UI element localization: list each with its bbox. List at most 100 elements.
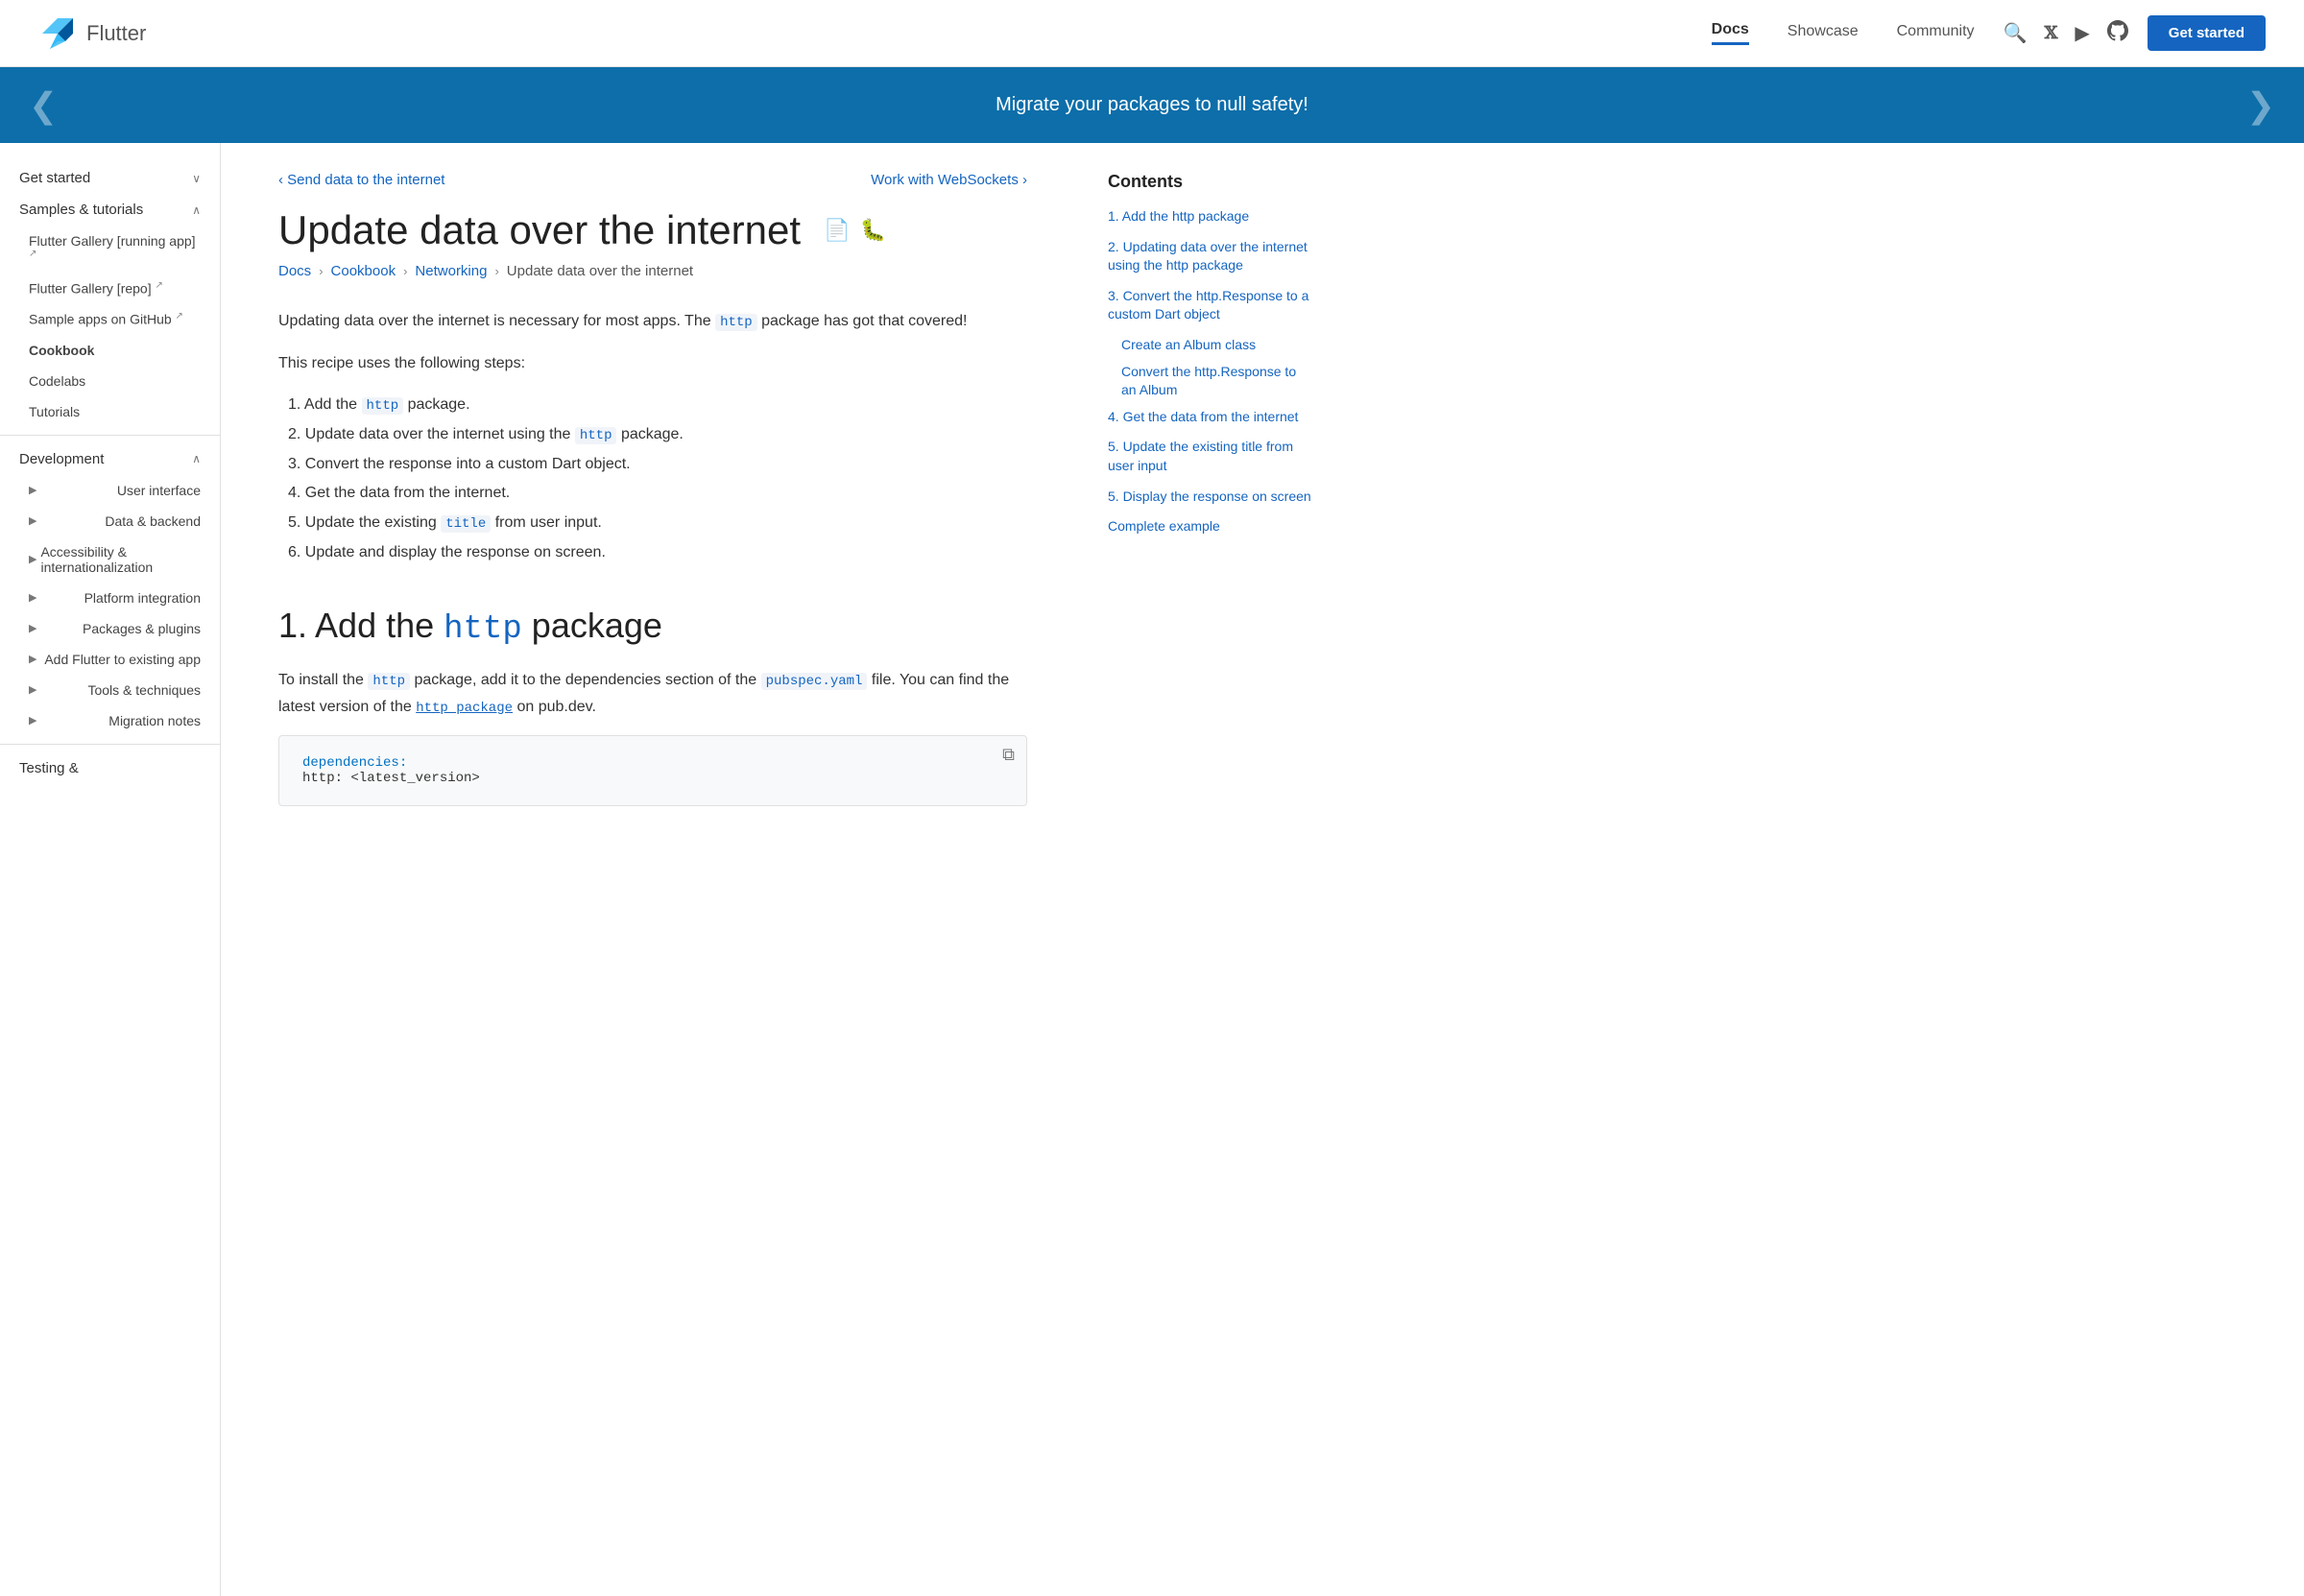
header: Flutter Docs Showcase Community 🔍 𝕏 ▶ Ge… — [0, 0, 2304, 67]
s1-http-code: http — [368, 673, 410, 690]
list-item: 3. Convert the response into a custom Da… — [288, 451, 1027, 479]
intro-section: Updating data over the internet is neces… — [278, 308, 1027, 567]
sidebar-item-gallery-repo[interactable]: Flutter Gallery [repo] ↗ — [0, 273, 220, 304]
search-icon[interactable]: 🔍 — [2004, 21, 2028, 45]
toc-item-complete: Complete example — [1108, 517, 1311, 536]
sidebar-item-platform-integration[interactable]: ▶ Platform integration — [0, 583, 220, 613]
section1-code: http — [444, 611, 522, 648]
sidebar-item-development[interactable]: Development ∧ — [0, 443, 220, 475]
main-nav: Docs Showcase Community — [1712, 21, 1975, 45]
nav-showcase[interactable]: Showcase — [1788, 23, 1859, 44]
sidebar-item-user-interface[interactable]: ▶ User interface — [0, 475, 220, 506]
samples-chevron: ∧ — [192, 203, 201, 217]
doc-icon[interactable]: 📄 — [824, 218, 850, 243]
banner-left-arrow[interactable]: ❮ — [29, 85, 58, 126]
get-started-chevron: ∨ — [192, 172, 201, 185]
prev-page-link[interactable]: ‹ Send data to the internet — [278, 172, 444, 188]
toc-item-1: 1. Add the http package — [1108, 207, 1311, 226]
breadcrumb-sep-1: › — [319, 264, 323, 278]
toc-link-4[interactable]: 4. Get the data from the internet — [1108, 409, 1298, 424]
add-flutter-arrow: ▶ — [29, 653, 36, 665]
toc-item-3b: Convert the http.Response to an Album — [1108, 363, 1311, 400]
intro-http-code: http — [715, 314, 757, 331]
toc-link-1[interactable]: 1. Add the http package — [1108, 208, 1249, 224]
copy-button[interactable]: ⧉ — [1002, 746, 1015, 766]
banner: ❮ Migrate your packages to null safety! … — [0, 67, 2304, 143]
get-started-button[interactable]: Get started — [2148, 15, 2266, 51]
sidebar-item-migration-notes[interactable]: ▶ Migration notes — [0, 705, 220, 736]
title-icons: 📄 🐛 — [824, 218, 886, 243]
toc-link-3b[interactable]: Convert the http.Response to an Album — [1121, 364, 1296, 398]
packages-arrow: ▶ — [29, 622, 36, 634]
breadcrumb-sep-3: › — [494, 264, 498, 278]
nav-docs[interactable]: Docs — [1712, 21, 1749, 45]
sidebar-item-accessibility[interactable]: ▶ Accessibility & internationalization — [0, 536, 220, 583]
twitter-icon[interactable]: 𝕏 — [2044, 23, 2057, 43]
toc-item-2: 2. Updating data over the internet using… — [1108, 238, 1311, 275]
github-icon[interactable] — [2107, 20, 2128, 47]
recipe-intro-text: This recipe uses the following steps: — [278, 350, 1027, 376]
sidebar-item-add-flutter[interactable]: ▶ Add Flutter to existing app — [0, 644, 220, 675]
sidebar-item-data-backend[interactable]: ▶ Data & backend — [0, 506, 220, 536]
intro-text: Updating data over the internet is neces… — [278, 308, 1027, 335]
tools-arrow: ▶ — [29, 683, 36, 696]
toc-link-complete[interactable]: Complete example — [1108, 518, 1220, 534]
toc-link-3[interactable]: 3. Convert the http.Response to a custom… — [1108, 288, 1308, 322]
sidebar-item-gallery-app[interactable]: Flutter Gallery [running app] ↗ — [0, 226, 220, 273]
toc-link-3a[interactable]: Create an Album class — [1121, 337, 1256, 352]
breadcrumb-sep-2: › — [403, 264, 407, 278]
logo-text: Flutter — [86, 21, 146, 46]
breadcrumb: Docs › Cookbook › Networking › Update da… — [278, 263, 1027, 279]
list-item: 1. Add the http package. — [288, 392, 1027, 419]
sidebar-item-samples[interactable]: Samples & tutorials ∧ — [0, 194, 220, 226]
banner-text: Migrate your packages to null safety! — [996, 94, 1308, 116]
bug-icon[interactable]: 🐛 — [859, 218, 885, 243]
sidebar-item-get-started[interactable]: Get started ∨ — [0, 162, 220, 194]
step1-code: http — [362, 397, 404, 415]
sidebar-item-testing[interactable]: Testing & — [0, 752, 220, 784]
youtube-icon[interactable]: ▶ — [2075, 21, 2089, 45]
sidebar-item-packages-plugins[interactable]: ▶ Packages & plugins — [0, 613, 220, 644]
logo-link[interactable]: Flutter — [38, 14, 146, 53]
toc-item-4: 4. Get the data from the internet — [1108, 408, 1311, 427]
breadcrumb-cookbook[interactable]: Cookbook — [331, 263, 396, 279]
prev-arrow: ‹ — [278, 172, 287, 188]
breadcrumb-networking[interactable]: Networking — [415, 263, 487, 279]
steps-list: 1. Add the http package. 2. Update data … — [278, 392, 1027, 567]
sidebar-item-sample-apps[interactable]: Sample apps on GitHub ↗ — [0, 303, 220, 335]
breadcrumb-docs[interactable]: Docs — [278, 263, 311, 279]
toc-link-5b[interactable]: 5. Display the response on screen — [1108, 488, 1311, 504]
main-content: ‹ Send data to the internet Work with We… — [221, 143, 1085, 1596]
s1-http-package-link[interactable]: http package — [416, 701, 513, 716]
nav-community[interactable]: Community — [1897, 23, 1975, 44]
toc-link-2[interactable]: 2. Updating data over the internet using… — [1108, 239, 1308, 274]
toc-title: Contents — [1108, 172, 1311, 192]
toc-item-3a: Create an Album class — [1108, 336, 1311, 355]
toc-link-5a[interactable]: 5. Update the existing title from user i… — [1108, 439, 1293, 473]
list-item: 5. Update the existing title from user i… — [288, 510, 1027, 537]
s1-pubspec-code: pubspec.yaml — [761, 673, 868, 690]
list-item: 2. Update data over the internet using t… — [288, 421, 1027, 449]
step5-code: title — [441, 515, 491, 533]
sidebar-item-codelabs[interactable]: Codelabs — [0, 366, 220, 396]
section1-text: To install the http package, add it to t… — [278, 667, 1027, 721]
sidebar-item-cookbook[interactable]: Cookbook — [0, 335, 220, 366]
flutter-logo-icon — [38, 14, 77, 53]
sidebar: Get started ∨ Samples & tutorials ∧ Flut… — [0, 143, 221, 1596]
toc-item-3: 3. Convert the http.Response to a custom… — [1108, 287, 1311, 324]
banner-right-arrow[interactable]: ❯ — [2246, 85, 2275, 126]
user-interface-arrow: ▶ — [29, 484, 36, 496]
code-block: ⧉ dependencies: http: <latest_version> — [278, 735, 1027, 806]
step2-code: http — [575, 427, 617, 444]
breadcrumb-current: Update data over the internet — [507, 263, 693, 279]
toc-sidebar: Contents 1. Add the http package 2. Upda… — [1085, 143, 1334, 1596]
next-page-link[interactable]: Work with WebSockets › — [871, 172, 1027, 188]
sidebar-item-tools-techniques[interactable]: ▶ Tools & techniques — [0, 675, 220, 705]
page-navigation: ‹ Send data to the internet Work with We… — [278, 172, 1027, 188]
sidebar-item-tutorials[interactable]: Tutorials — [0, 396, 220, 427]
migration-arrow: ▶ — [29, 714, 36, 727]
platform-arrow: ▶ — [29, 591, 36, 604]
accessibility-arrow: ▶ — [29, 553, 36, 565]
list-item: 6. Update and display the response on sc… — [288, 539, 1027, 567]
next-arrow: › — [1019, 172, 1027, 188]
